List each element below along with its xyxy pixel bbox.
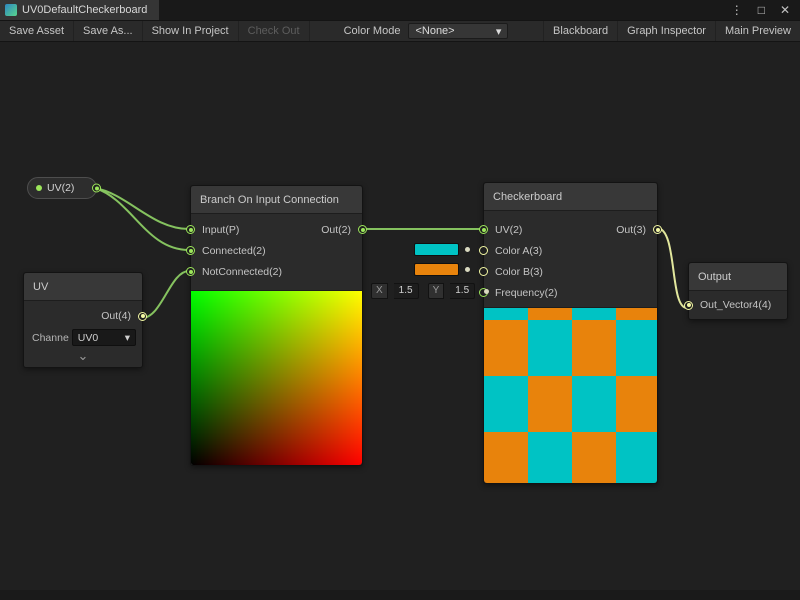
- out3-port[interactable]: [653, 225, 662, 234]
- port-row-out-vector4: Out_Vector4(4): [689, 291, 787, 319]
- blackboard-toggle-button[interactable]: Blackboard: [543, 21, 617, 41]
- out2-label: Out(2): [321, 224, 351, 236]
- channel-value: UV0: [78, 332, 98, 344]
- color-a-label: Color A(3): [495, 245, 542, 257]
- color-mode-label: Color Mode: [344, 21, 409, 41]
- save-asset-button[interactable]: Save Asset: [0, 21, 74, 41]
- caret-down-icon: ▾: [496, 25, 502, 38]
- save-as-button[interactable]: Save As...: [74, 21, 143, 41]
- input-p-port[interactable]: [186, 225, 195, 234]
- edge-uvprop-to-connected[interactable]: [95, 188, 189, 250]
- port-row-color-a: Color A(3): [484, 240, 657, 261]
- uv-in-label: UV(2): [495, 224, 522, 236]
- node-checkerboard[interactable]: Checkerboard UV(2) Color A(3) Color B(3)…: [483, 182, 658, 484]
- out-vector4-label: Out_Vector4(4): [700, 299, 771, 311]
- connector-dot-icon: [465, 247, 470, 252]
- property-dot-icon: [36, 185, 42, 191]
- maximize-icon[interactable]: □: [758, 3, 765, 17]
- tab-uv0defaultcheckerboard[interactable]: UV0DefaultCheckerboard: [0, 0, 159, 20]
- collapse-chevron-icon[interactable]: ⌄: [24, 349, 142, 367]
- window-controls: ⋮ □ ✕: [731, 0, 800, 20]
- uv-property-label: UV(2): [47, 182, 74, 194]
- uv-property-out-port[interactable]: [92, 184, 101, 193]
- shadergraph-asset-icon: [5, 4, 17, 16]
- color-b-label: Color B(3): [495, 266, 543, 278]
- connector-dot-icon: [484, 289, 489, 294]
- caret-down-icon: ▾: [125, 332, 130, 344]
- node-title[interactable]: Checkerboard: [484, 183, 657, 211]
- color-b-port[interactable]: [479, 267, 488, 276]
- y-axis-label: Y: [428, 283, 445, 299]
- main-preview-toggle-button[interactable]: Main Preview: [715, 21, 800, 41]
- channel-dropdown[interactable]: UV0 ▾: [72, 329, 136, 346]
- node-uv[interactable]: UV Out(4) Channe UV0 ▾ ⌄: [23, 272, 143, 368]
- port-row-out: Out(2): [321, 219, 362, 240]
- port-row-out: Out(3): [616, 219, 657, 240]
- out2-port[interactable]: [358, 225, 367, 234]
- node-title[interactable]: UV: [24, 273, 142, 301]
- channel-row: Channe UV0 ▾: [24, 325, 142, 349]
- color-a-port[interactable]: [479, 246, 488, 255]
- connector-dot-icon: [465, 267, 470, 272]
- shader-graph-window: UV0DefaultCheckerboard ⋮ □ ✕ Save Asset …: [0, 0, 800, 600]
- show-in-project-button[interactable]: Show In Project: [143, 21, 239, 41]
- toolbar-spacer: [508, 21, 543, 41]
- graph-canvas[interactable]: UV(2) Branch On Input Connection Input(P…: [0, 42, 800, 600]
- notconnected-label: NotConnected(2): [202, 266, 282, 278]
- port-row-connected: Connected(2): [191, 240, 362, 261]
- checkerboard-preview: [484, 307, 657, 483]
- port-row-color-b: Color B(3): [484, 261, 657, 282]
- uv-gradient-preview: [191, 290, 362, 465]
- toolbar: Save Asset Save As... Show In Project Ch…: [0, 20, 800, 42]
- bottom-bar: [0, 590, 800, 600]
- tab-title: UV0DefaultCheckerboard: [22, 4, 147, 16]
- channel-label: Channe: [32, 332, 69, 344]
- color-mode-value: <None>: [415, 25, 454, 37]
- uv-in-port[interactable]: [479, 225, 488, 234]
- notconnected-port[interactable]: [186, 267, 195, 276]
- graph-inspector-toggle-button[interactable]: Graph Inspector: [617, 21, 715, 41]
- edge-checkerboard-to-output[interactable]: [657, 228, 687, 308]
- connected-label: Connected(2): [202, 245, 266, 257]
- x-axis-label: X: [371, 283, 388, 299]
- color-b-field[interactable]: [414, 263, 470, 276]
- kebab-menu-icon[interactable]: ⋮: [731, 3, 743, 17]
- input-p-label: Input(P): [202, 224, 239, 236]
- color-a-field[interactable]: [414, 243, 470, 256]
- color-mode-dropdown[interactable]: <None> ▾: [408, 23, 508, 39]
- edge-uvprop-to-input[interactable]: [95, 188, 189, 229]
- port-row-frequency: Frequency(2): [484, 282, 657, 303]
- tab-bar: UV0DefaultCheckerboard ⋮ □ ✕: [0, 0, 800, 20]
- out3-label: Out(3): [616, 224, 646, 236]
- edge-uvnode-to-notconnected[interactable]: [142, 271, 189, 318]
- color-b-swatch[interactable]: [414, 263, 459, 276]
- close-icon[interactable]: ✕: [780, 3, 790, 17]
- node-title[interactable]: Output: [689, 263, 787, 291]
- connected-port[interactable]: [186, 246, 195, 255]
- frequency-field[interactable]: X 1.5 Y 1.5: [371, 283, 489, 299]
- frequency-y-input[interactable]: 1.5: [450, 283, 475, 299]
- out4-label: Out(4): [101, 310, 131, 322]
- node-branch-on-input-connection[interactable]: Branch On Input Connection Input(P) Conn…: [190, 185, 363, 466]
- out-vector4-port[interactable]: [684, 301, 693, 310]
- frequency-label: Frequency(2): [495, 287, 557, 299]
- out4-port[interactable]: [138, 312, 147, 321]
- port-row-notconnected: NotConnected(2): [191, 261, 362, 282]
- node-uv-property-pill[interactable]: UV(2): [27, 177, 97, 199]
- node-title[interactable]: Branch On Input Connection: [191, 186, 362, 214]
- frequency-x-input[interactable]: 1.5: [394, 283, 419, 299]
- color-a-swatch[interactable]: [414, 243, 459, 256]
- check-out-button: Check Out: [239, 21, 310, 41]
- port-row-out: Out(4): [24, 301, 142, 325]
- node-output[interactable]: Output Out_Vector4(4): [688, 262, 788, 320]
